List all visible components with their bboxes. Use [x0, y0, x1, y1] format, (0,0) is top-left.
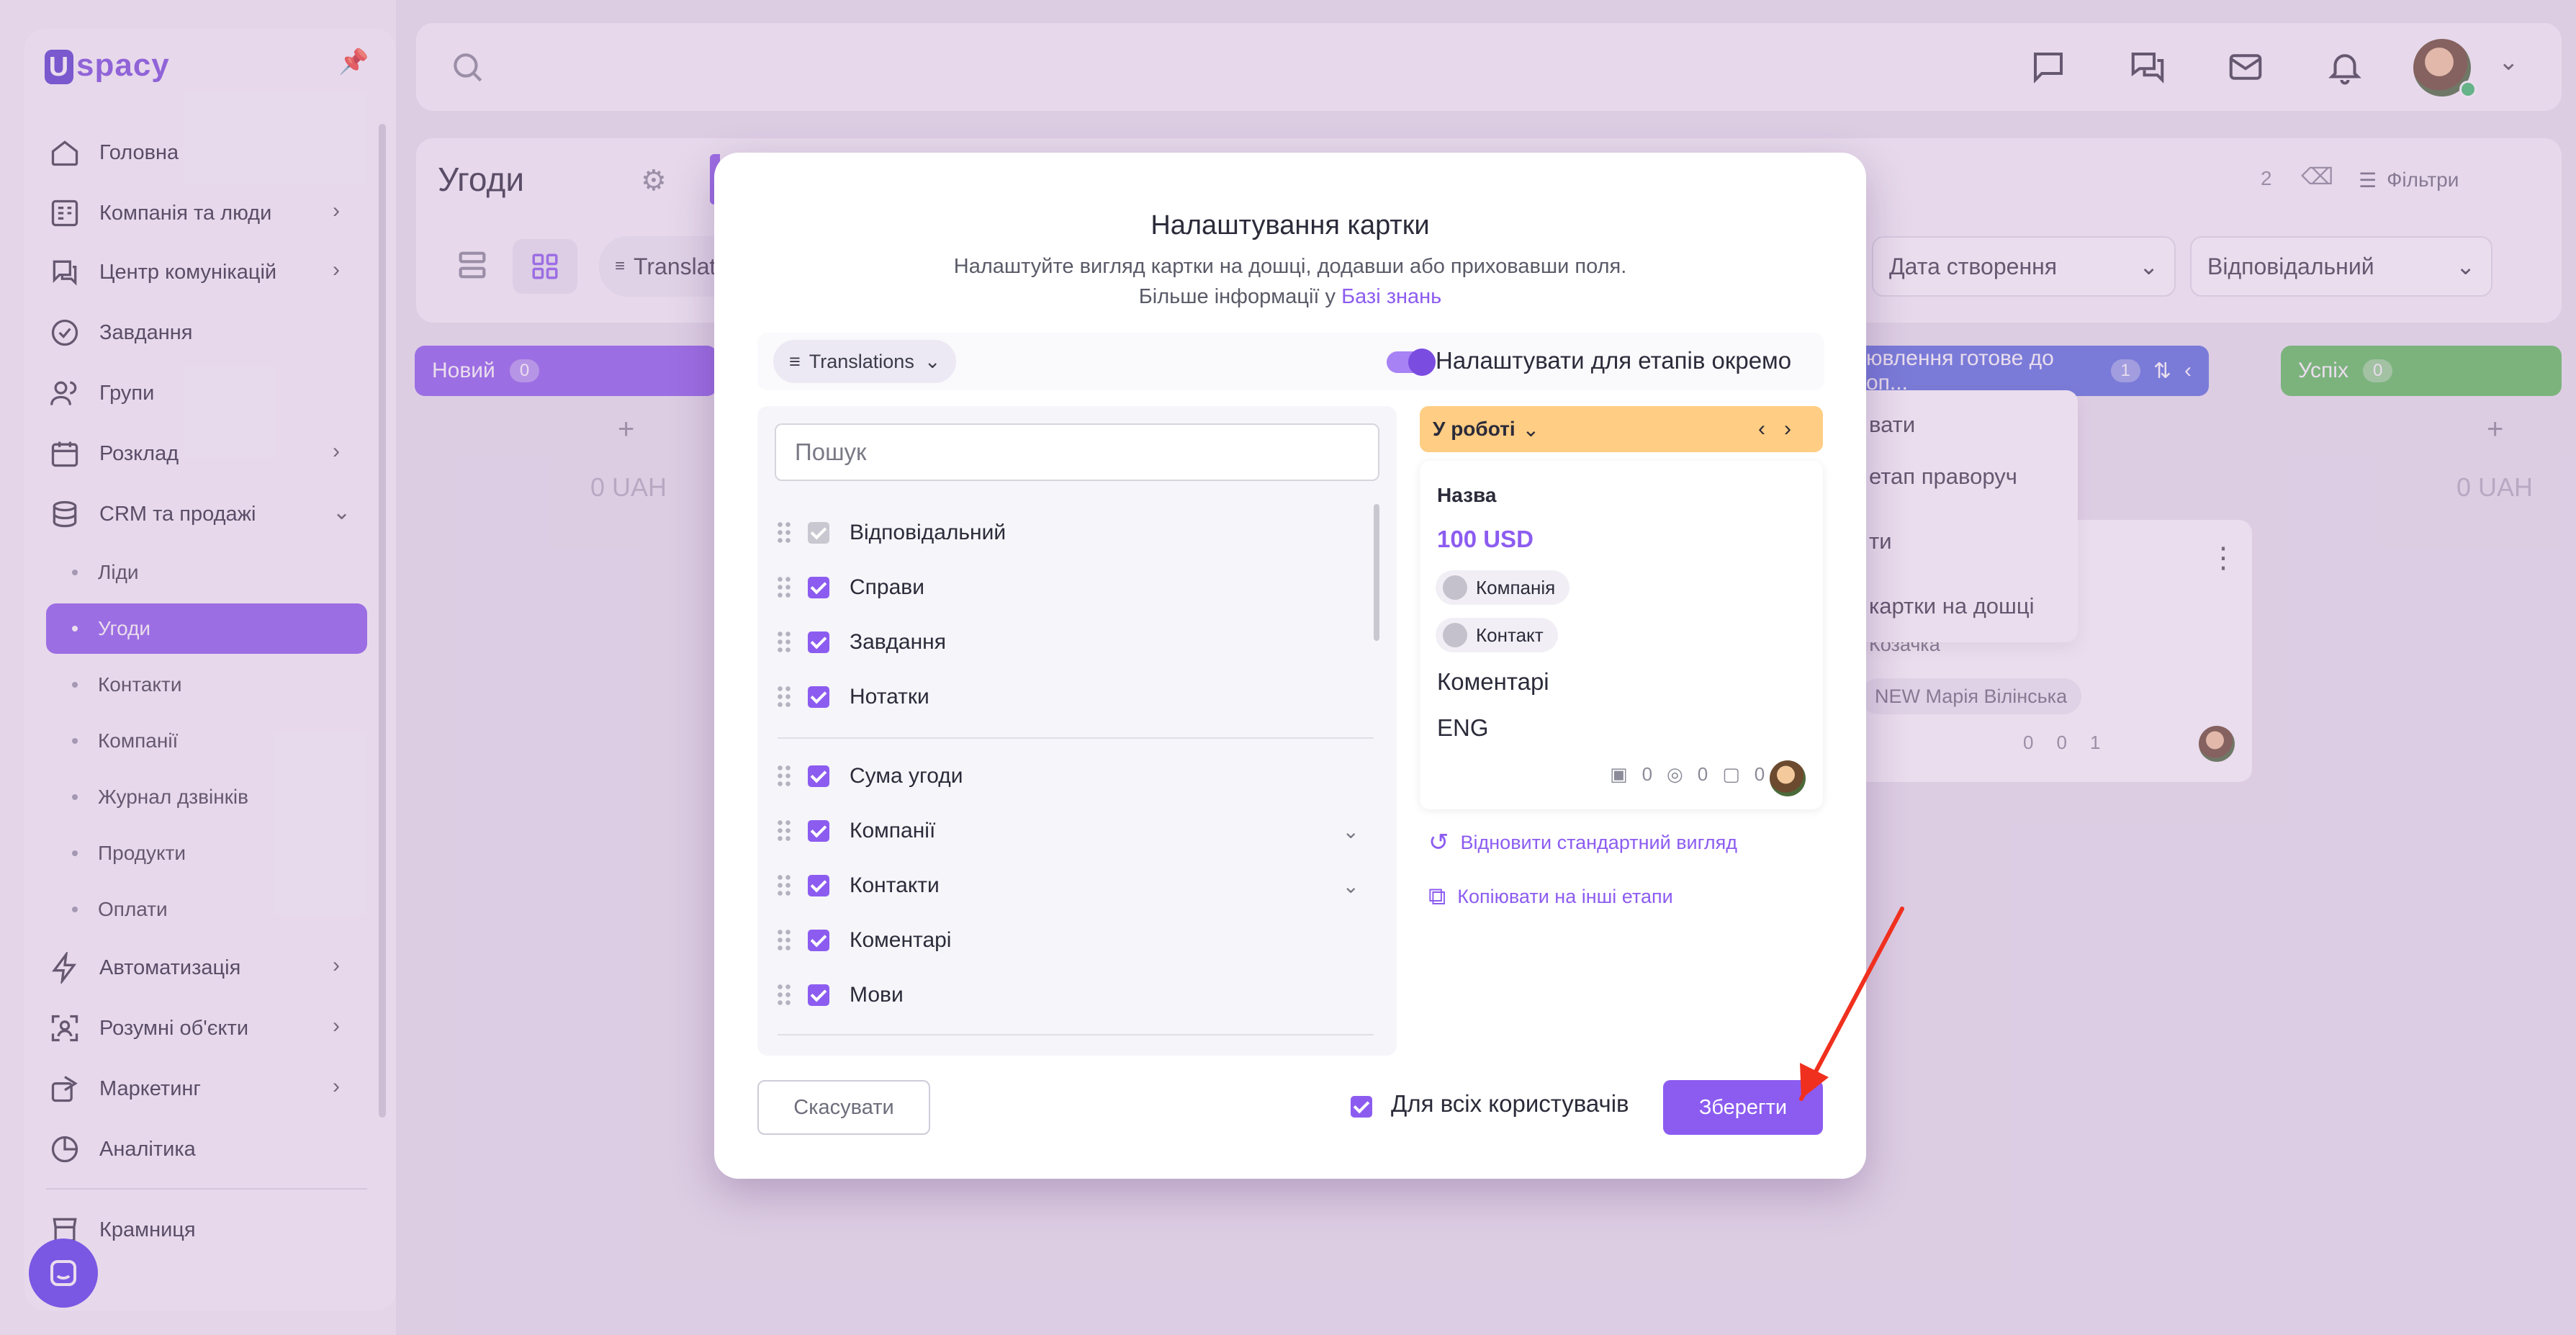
preview-company-chip: Компанія — [1436, 570, 1570, 605]
modal-subtitle: Налаштуйте вигляд картки на дошці, додав… — [953, 255, 1627, 278]
contact-icon — [1443, 623, 1467, 647]
field-checkbox[interactable] — [808, 577, 829, 598]
company-icon — [1443, 575, 1467, 600]
field-checkbox[interactable] — [808, 631, 829, 653]
preview-contact-chip: Контакт — [1436, 618, 1558, 652]
knowledge-base-link[interactable]: Базі знань — [1341, 285, 1441, 308]
field-row[interactable]: Компанії ⌄ — [776, 808, 1374, 854]
calendar-check-icon: ▣ — [1610, 763, 1628, 785]
drag-handle-icon[interactable] — [776, 819, 792, 843]
preview-comments: Коментарі — [1437, 668, 1549, 695]
restore-icon: ↺ — [1428, 829, 1449, 856]
stage-nav-arrows[interactable]: ‹› — [1758, 417, 1810, 441]
field-checkbox[interactable] — [808, 765, 829, 787]
annotation-arrow — [1799, 907, 1904, 1101]
chevron-down-icon[interactable]: ⌄ — [1343, 819, 1359, 843]
field-checkbox[interactable] — [808, 686, 829, 708]
preview-language: ENG — [1437, 714, 1489, 741]
field-checkbox-disabled — [808, 522, 829, 544]
field-row[interactable]: Завдання — [776, 619, 1374, 665]
fields-scrollbar[interactable] — [1374, 504, 1379, 641]
preview-name: Назва — [1437, 484, 1497, 506]
chevron-down-icon: ⌄ — [1522, 418, 1540, 441]
field-checkbox[interactable] — [808, 875, 829, 896]
drag-handle-icon[interactable] — [776, 630, 792, 655]
chevron-down-icon[interactable]: ⌄ — [1343, 874, 1359, 898]
preview-stats: ▣ 0 ◎ 0 ▢ 0 — [1610, 763, 1765, 785]
field-row[interactable]: Справи — [776, 565, 1374, 611]
copy-to-stages-link[interactable]: ⧉ Копіювати на інші етапи — [1428, 883, 1673, 911]
modal-title: Налаштування картки — [1150, 210, 1430, 241]
filter-lines-icon: ≡ — [789, 350, 801, 372]
preview-avatar — [1770, 760, 1806, 796]
field-checkbox[interactable] — [808, 984, 829, 1006]
fields-divider — [778, 737, 1374, 739]
cancel-button[interactable]: Скасувати — [757, 1080, 930, 1135]
field-row[interactable]: Коментарі — [776, 917, 1374, 963]
drag-handle-icon[interactable] — [776, 521, 792, 545]
fields-search-input[interactable]: Пошук — [775, 423, 1379, 481]
field-row[interactable]: Відповідальний — [776, 510, 1374, 556]
chevron-down-icon: ⌄ — [924, 350, 941, 372]
modal-more-info: Більше інформації у Базі знань — [1138, 285, 1442, 308]
restore-default-link[interactable]: ↺ Відновити стандартний вигляд — [1428, 828, 1737, 857]
drag-handle-icon[interactable] — [776, 928, 792, 953]
all-users-label: Для всіх користувачів — [1391, 1090, 1629, 1117]
field-checkbox[interactable] — [808, 930, 829, 951]
copy-icon: ⧉ — [1428, 883, 1446, 910]
translations-pipeline-select[interactable]: ≡ Translations ⌄ — [773, 340, 957, 383]
drag-handle-icon[interactable] — [776, 575, 792, 600]
per-stage-toggle-label: Налаштувати для етапів окремо — [1436, 347, 1792, 374]
drag-handle-icon[interactable] — [776, 685, 792, 709]
fields-divider — [778, 1034, 1374, 1035]
field-row[interactable]: Сума угоди — [776, 753, 1374, 799]
field-row[interactable]: Контакти ⌄ — [776, 863, 1374, 909]
field-row[interactable]: Мови — [776, 972, 1374, 1018]
field-row[interactable]: Нотатки — [776, 674, 1374, 720]
preview-amount: 100 USD — [1437, 526, 1534, 552]
note-icon: ▢ — [1722, 763, 1740, 785]
stage-selector[interactable]: У роботі ⌄ ‹› — [1420, 406, 1823, 452]
task-check-icon: ◎ — [1667, 763, 1683, 785]
all-users-checkbox[interactable] — [1351, 1096, 1392, 1118]
field-checkbox[interactable] — [808, 820, 829, 842]
drag-handle-icon[interactable] — [776, 983, 792, 1007]
drag-handle-icon[interactable] — [776, 873, 792, 898]
drag-handle-icon[interactable] — [776, 764, 792, 788]
per-stage-toggle-knob[interactable] — [1408, 349, 1436, 376]
